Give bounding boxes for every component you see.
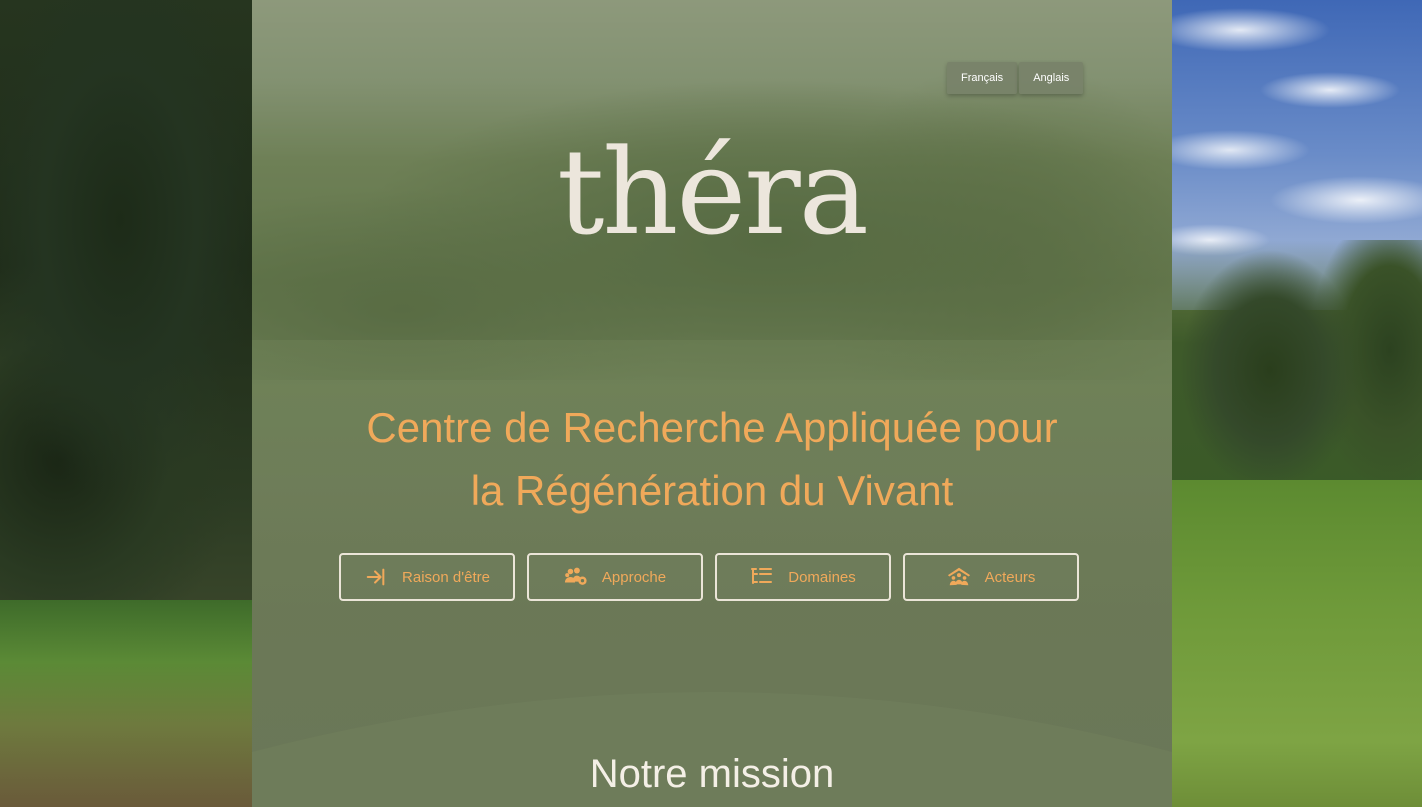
hero-headline-line2: la Régénération du Vivant [470, 467, 954, 514]
background-grass-right [1170, 480, 1422, 807]
nav-domaines-button[interactable]: Domaines [715, 553, 891, 601]
site-logo[interactable]: théra [252, 127, 1172, 258]
background-tree-left [0, 0, 260, 660]
nav-acteurs-label: Acteurs [984, 568, 1036, 586]
background-trees-right [1170, 240, 1422, 500]
hero-headline: Centre de Recherche Appliquée pour la Ré… [312, 396, 1112, 522]
team-icon [564, 567, 587, 585]
language-english-button[interactable]: Anglais [1019, 62, 1084, 94]
nav-domaines-label: Domaines [788, 568, 856, 586]
nav-approche-button[interactable]: Approche [527, 553, 703, 601]
background-ground-left [0, 600, 260, 807]
language-french-button[interactable]: Français [947, 62, 1018, 94]
arrow-right-icon [366, 568, 385, 586]
nav-acteurs-button[interactable]: Acteurs [903, 553, 1079, 601]
language-switch: Français Anglais [947, 62, 1084, 94]
nav-raison-button[interactable]: Raison d'être [339, 553, 515, 601]
people-roof-icon [947, 567, 970, 586]
hero-panel: Français Anglais théra Centre de Recherc… [252, 0, 1172, 807]
tree-list-icon [751, 568, 773, 584]
hero-headline-line1: Centre de Recherche Appliquée pour [366, 404, 1058, 451]
nav-approche-label: Approche [601, 568, 667, 586]
nav-raison-label: Raison d'être [402, 568, 490, 586]
main-nav: Raison d'être Approche Domaines Acteurs [339, 553, 1079, 601]
mission-title: Notre mission [589, 752, 835, 796]
